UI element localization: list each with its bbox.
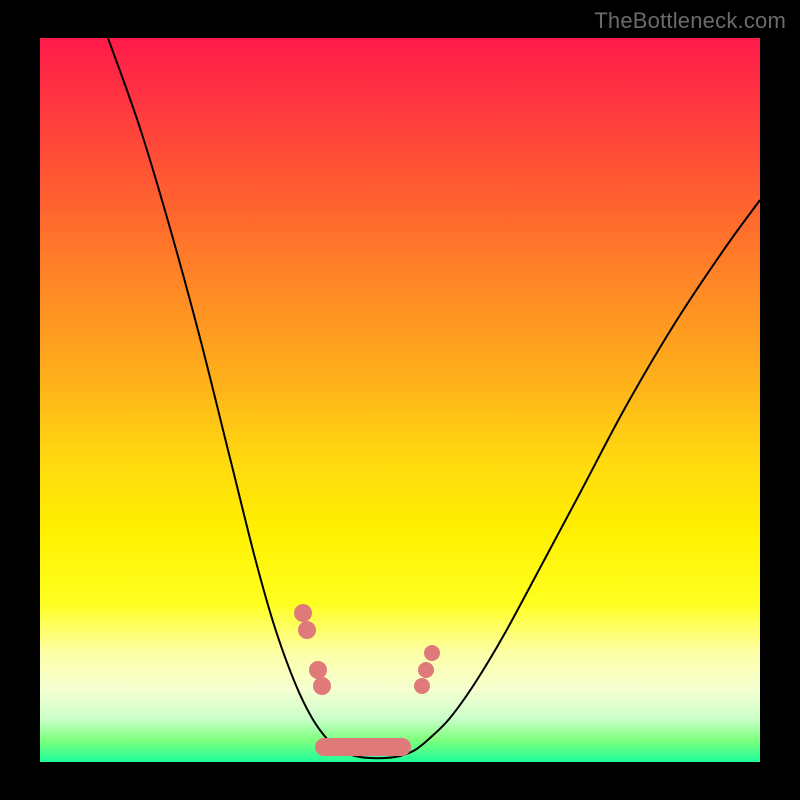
marker-right-dot-2 bbox=[424, 645, 440, 661]
chart-frame: TheBottleneck.com bbox=[0, 0, 800, 800]
marker-right-dot-0 bbox=[414, 678, 430, 694]
watermark-text: TheBottleneck.com bbox=[594, 8, 786, 34]
marker-right-dot-1 bbox=[418, 662, 434, 678]
marker-bottom-bar bbox=[315, 738, 411, 756]
marker-left-dot-2 bbox=[309, 661, 327, 679]
marker-layer bbox=[294, 604, 440, 756]
curve-svg bbox=[40, 38, 760, 762]
plot-area bbox=[40, 38, 760, 762]
marker-left-dot-0 bbox=[294, 604, 312, 622]
marker-left-dot-1 bbox=[298, 621, 316, 639]
marker-left-dot-3 bbox=[313, 677, 331, 695]
